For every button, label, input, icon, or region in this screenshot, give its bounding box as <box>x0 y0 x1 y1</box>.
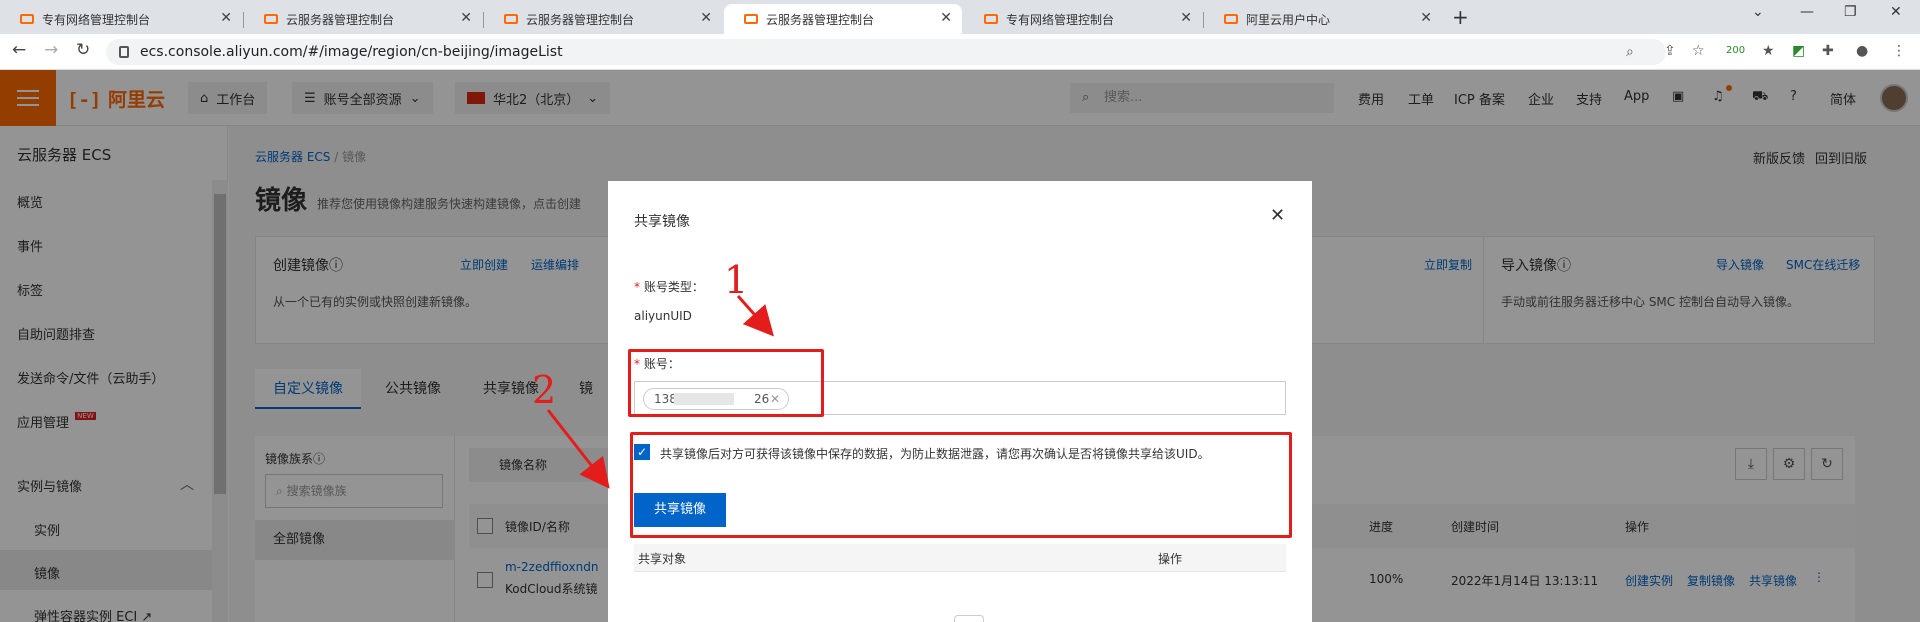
annotation-arrow-1 <box>736 295 774 337</box>
annotation-arrows <box>546 295 774 489</box>
annotation-arrow-2 <box>546 409 610 489</box>
